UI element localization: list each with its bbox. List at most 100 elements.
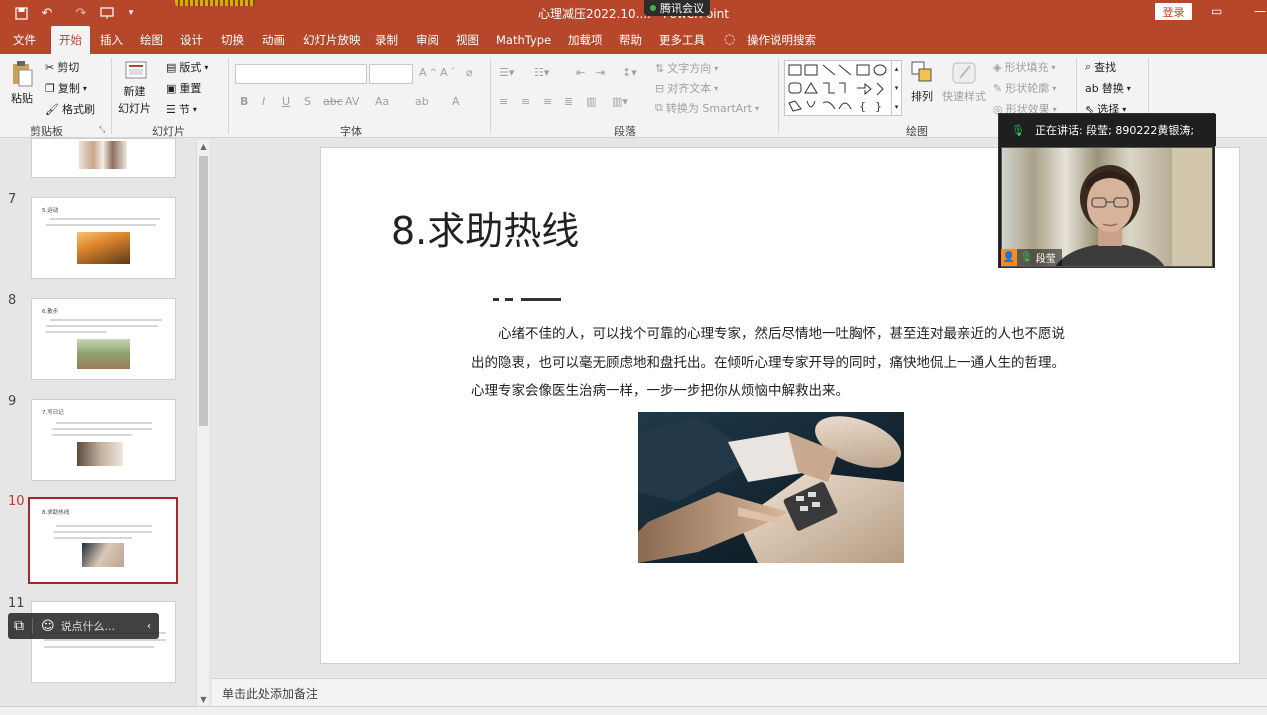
collapse-chevron-icon[interactable]: ‹	[147, 621, 151, 632]
decrease-indent-icon[interactable]: ⇤	[576, 66, 585, 79]
strikethrough-icon[interactable]: abc	[323, 95, 343, 108]
char-spacing-icon[interactable]: AV	[345, 95, 359, 108]
bullets-icon[interactable]: ☰▾	[499, 66, 514, 79]
decrease-font-icon[interactable]: Aˇ	[440, 66, 455, 79]
text-direction-button[interactable]: ⇅ 文字方向 ▾	[655, 60, 718, 76]
dialog-launcher-icon[interactable]: ⤡	[99, 125, 105, 135]
shape-outline-button[interactable]: ✎ 形状轮廓 ▾	[993, 80, 1056, 96]
screen-icon[interactable]: ⧉	[14, 618, 24, 634]
align-center-icon[interactable]: ≡	[521, 95, 530, 108]
window-title: 心理减压2022.10.... - PowerPoint	[538, 7, 729, 21]
paste-button[interactable]: 粘贴	[10, 60, 34, 106]
tab-transitions[interactable]: 切换	[221, 26, 244, 54]
scroll-thumb[interactable]	[199, 156, 208, 426]
ribbon-tabs: 文件 开始 插入 绘图 设计 切换 动画 幻灯片放映 录制 审阅 视图 Math…	[0, 26, 1267, 54]
italic-icon[interactable]: I	[262, 95, 265, 108]
slide-number: 9	[8, 394, 17, 409]
tab-slideshow[interactable]: 幻灯片放映	[303, 26, 361, 54]
tab-view[interactable]: 视图	[456, 26, 479, 54]
align-right-icon[interactable]: ≡	[543, 95, 552, 108]
cut-button[interactable]: ✂ 剪切	[45, 59, 79, 75]
bold-icon[interactable]: B	[240, 95, 248, 108]
increase-indent-icon[interactable]: ⇥	[596, 66, 605, 79]
slide-thumbnail-6[interactable]	[31, 138, 176, 178]
video-call-window[interactable]: 🎙 正在讲话: 段莹; 890222黄银涛; 👤 🎙 段莹	[998, 113, 1216, 268]
columns-icon[interactable]: ▥▾	[612, 95, 628, 108]
new-slide-button[interactable]: 新建 幻灯片	[118, 60, 151, 116]
format-painter-button[interactable]: 🖌 格式刷	[45, 101, 95, 117]
thumbnail-image	[79, 141, 127, 169]
justify-icon[interactable]: ≣	[564, 95, 573, 108]
slide-thumbnail-10[interactable]: 8.求助热线	[28, 497, 178, 584]
tab-mathtype[interactable]: MathType	[496, 26, 551, 54]
mic-icon: 🎙	[1011, 123, 1025, 137]
tell-me-search[interactable]: 操作说明搜索	[747, 26, 816, 54]
quick-styles-label: 快速样式	[942, 90, 986, 103]
thumbnail-scrollbar[interactable]: ▲ ▼	[196, 140, 209, 708]
change-case-icon[interactable]: Aa	[375, 95, 389, 108]
slide-thumbnail-8[interactable]: 6.散步	[31, 298, 176, 380]
copy-icon: ❐	[45, 81, 55, 95]
font-name-combo[interactable]	[235, 64, 367, 84]
highlight-icon[interactable]: ab	[415, 95, 429, 108]
ribbon-display-icon[interactable]: ▭	[1211, 4, 1222, 18]
slide-body-text[interactable]: 心绪不佳的人，可以找个可靠的心理专家，然后尽情地一吐胸怀，甚至连对最亲近的人也不…	[471, 320, 1076, 406]
slide-title[interactable]: 8.求助热线	[391, 200, 579, 255]
meeting-chat-bar[interactable]: ⧉ ☺ 说点什么... ‹	[8, 613, 159, 639]
line-spacing-icon[interactable]: ↕▾	[622, 66, 637, 79]
tab-home[interactable]: 开始	[51, 26, 90, 54]
tab-file[interactable]: 文件	[13, 26, 36, 54]
replace-button[interactable]: ab 替换 ▾	[1085, 80, 1131, 96]
shape-fill-label: 形状填充	[1004, 61, 1049, 74]
numbering-icon[interactable]: ☷▾	[534, 66, 549, 79]
copy-button[interactable]: ❐ 复制 ▾	[45, 80, 87, 96]
section-button[interactable]: ☰ 节 ▾	[166, 101, 197, 117]
section-label: 节	[178, 103, 190, 116]
clear-format-icon[interactable]: ⌀	[466, 66, 473, 79]
title-bar: ↶ ↷ ▾ 心理减压2022.10.... - PowerPoint 腾讯会议 …	[0, 0, 1267, 26]
login-button[interactable]: 登录	[1155, 3, 1192, 20]
emoji-icon[interactable]: ☺	[41, 619, 55, 634]
align-text-button[interactable]: ⊟ 对齐文本 ▾	[655, 80, 718, 96]
tab-addins[interactable]: 加载项	[568, 26, 603, 54]
minimize-icon[interactable]: —	[1254, 4, 1266, 18]
paste-icon	[13, 61, 33, 87]
gallery-scroll[interactable]: ▴ ▾ ▾	[891, 60, 902, 116]
mic-active-icon: 🎙	[1020, 252, 1033, 263]
slide-thumbnail-9[interactable]: 7.写日记	[31, 399, 176, 481]
shape-fill-button[interactable]: ◈ 形状填充 ▾	[993, 59, 1055, 75]
increase-font-icon[interactable]: A ^	[419, 66, 437, 79]
tab-animations[interactable]: 动画	[262, 26, 285, 54]
reset-button[interactable]: ▣ 重置	[166, 80, 201, 96]
shadow-icon[interactable]: S	[304, 95, 311, 108]
quick-styles-button[interactable]: 快速样式	[942, 60, 986, 104]
shapes-gallery[interactable]: {}	[784, 60, 902, 116]
arrange-button[interactable]: 排列	[910, 60, 934, 104]
slide-number-active: 10	[8, 494, 25, 509]
slide-number: 7	[8, 192, 17, 207]
tab-review[interactable]: 审阅	[416, 26, 439, 54]
notes-placeholder[interactable]: 单击此处添加备注	[222, 685, 318, 702]
layout-icon: ▤	[166, 60, 177, 74]
tab-more-tools[interactable]: 更多工具	[659, 26, 705, 54]
align-left-icon[interactable]: ≡	[499, 95, 508, 108]
notes-pane[interactable]: 单击此处添加备注	[212, 678, 1267, 706]
tab-record[interactable]: 录制	[375, 26, 398, 54]
slide-photo-telephone[interactable]	[638, 412, 904, 563]
chat-input[interactable]: 说点什么...	[61, 618, 116, 634]
layout-button[interactable]: ▤ 版式 ▾	[166, 59, 208, 75]
slide-thumbnail-7[interactable]: 5.运动	[31, 197, 176, 279]
underline-icon[interactable]: U	[282, 95, 290, 108]
font-color-icon[interactable]: A	[452, 95, 460, 108]
smartart-button[interactable]: ⧉ 转换为 SmartArt ▾	[655, 100, 759, 116]
tab-help[interactable]: 帮助	[619, 26, 642, 54]
tab-draw[interactable]: 绘图	[140, 26, 163, 54]
tab-insert[interactable]: 插入	[100, 26, 123, 54]
tab-design[interactable]: 设计	[180, 26, 203, 54]
meeting-chip[interactable]: 腾讯会议	[644, 0, 710, 16]
font-size-combo[interactable]	[369, 64, 413, 84]
find-button[interactable]: ⌕ 查找	[1085, 59, 1116, 75]
thumbnail-title: 8.求助热线	[42, 510, 70, 516]
distribute-icon[interactable]: ▥	[586, 95, 596, 108]
scroll-up-icon[interactable]: ▲	[197, 142, 210, 155]
